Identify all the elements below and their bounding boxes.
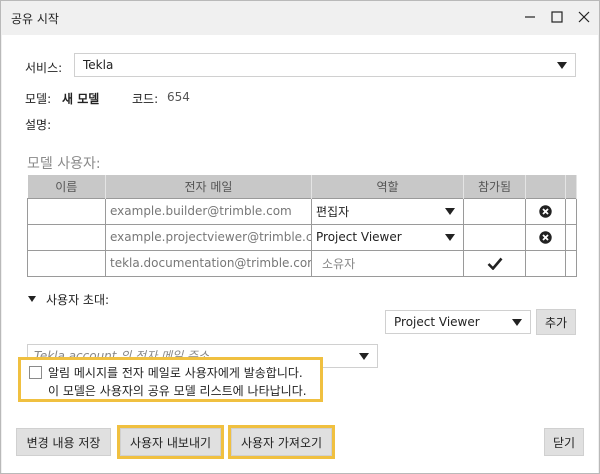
invite-users-label: 사용자 초대: xyxy=(46,293,110,307)
remove-circle-icon xyxy=(539,204,552,218)
filler-cell xyxy=(565,197,577,225)
role-dropdown[interactable]: 편집자 xyxy=(311,197,464,225)
role-value: Project Viewer xyxy=(316,230,402,244)
minimize-icon xyxy=(525,16,535,18)
invite-role-dropdown[interactable]: Project Viewer xyxy=(385,310,531,334)
invite-role-value: Project Viewer xyxy=(394,315,480,329)
remove-user-button[interactable] xyxy=(525,197,566,225)
role-dropdown[interactable]: Project Viewer xyxy=(311,223,464,251)
column-header-filler xyxy=(565,175,577,198)
maximize-button[interactable] xyxy=(542,4,572,30)
code-value: 654 xyxy=(167,90,190,104)
dialog-footer: 변경 내용 저장 사용자 내보내기 사용자 가져오기 닫기 xyxy=(2,425,598,473)
close-button[interactable]: 닫기 xyxy=(544,428,584,456)
close-icon xyxy=(578,11,590,23)
user-email-cell[interactable]: example.projectviewer@trimble.com xyxy=(105,223,312,251)
notify-users-checkbox-area: 알림 메시지를 전자 메일로 사용자에게 발송합니다. 이 모델은 사용자의 공… xyxy=(18,357,323,402)
window-title: 공유 시작 xyxy=(11,12,59,26)
collapse-triangle-icon[interactable] xyxy=(28,296,36,302)
model-label: 모델: xyxy=(25,92,52,106)
users-table: 이름 전자 메일 역할 참가됨 example.builder@trimble.… xyxy=(27,175,577,277)
dropdown-arrow-icon xyxy=(512,319,522,326)
joined-cell xyxy=(463,249,526,277)
user-name-cell[interactable] xyxy=(27,197,106,225)
user-name-cell[interactable] xyxy=(27,249,106,277)
dropdown-arrow-icon xyxy=(445,233,455,241)
users-section-title: 모델 사용자: xyxy=(27,156,101,172)
table-row: tekla.documentation@trimble.com 소유자 xyxy=(27,249,577,277)
column-header-joined: 참가됨 xyxy=(463,175,526,198)
maximize-icon xyxy=(551,11,563,23)
minimize-button[interactable] xyxy=(515,4,545,30)
checkmark-icon xyxy=(487,257,502,270)
column-header-remove xyxy=(525,175,566,198)
description-label: 설명: xyxy=(25,118,52,132)
code-label: 코드: xyxy=(132,92,159,106)
model-name: 새 모델 xyxy=(62,92,100,106)
owner-role-cell: 소유자 xyxy=(311,249,464,277)
joined-cell xyxy=(463,223,526,251)
remove-cell xyxy=(525,249,566,277)
notify-line-2: 이 모델은 사용자의 공유 모델 리스트에 나타납니다. xyxy=(48,384,307,398)
service-label: 서비스: xyxy=(25,61,63,75)
export-users-button[interactable]: 사용자 내보내기 xyxy=(117,425,224,459)
close-window-button[interactable] xyxy=(569,4,599,30)
save-changes-button[interactable]: 변경 내용 저장 xyxy=(16,428,111,456)
dropdown-arrow-icon xyxy=(557,62,567,69)
notify-line-1: 알림 메시지를 전자 메일로 사용자에게 발송합니다. xyxy=(48,366,303,380)
user-name-cell[interactable] xyxy=(27,223,106,251)
dropdown-arrow-icon[interactable] xyxy=(359,353,369,360)
share-dialog: 공유 시작 서비스: Tekla 모델: 새 모델 코드: 654 설명: 모델… xyxy=(0,0,600,474)
column-header-email: 전자 메일 xyxy=(105,175,312,198)
remove-circle-icon xyxy=(539,230,552,244)
table-row: example.builder@trimble.com 편집자 xyxy=(27,197,577,225)
add-user-button[interactable]: 추가 xyxy=(536,309,576,335)
service-dropdown[interactable]: Tekla xyxy=(74,53,576,77)
filler-cell xyxy=(565,223,577,251)
title-bar: 공유 시작 xyxy=(1,1,599,34)
import-users-button[interactable]: 사용자 가져오기 xyxy=(228,425,335,459)
service-value: Tekla xyxy=(83,58,114,72)
role-value: 소유자 xyxy=(322,256,356,271)
role-value: 편집자 xyxy=(316,204,350,219)
notify-checkbox[interactable] xyxy=(29,366,42,379)
column-header-role: 역할 xyxy=(311,175,464,198)
dialog-content: 서비스: Tekla 모델: 새 모델 코드: 654 설명: 모델 사용자: … xyxy=(2,35,598,437)
remove-user-button[interactable] xyxy=(525,223,566,251)
column-header-name: 이름 xyxy=(27,175,106,198)
table-row: example.projectviewer@trimble.com Projec… xyxy=(27,223,577,251)
user-email-cell[interactable]: tekla.documentation@trimble.com xyxy=(105,249,312,277)
joined-cell xyxy=(463,197,526,225)
table-header-row: 이름 전자 메일 역할 참가됨 xyxy=(27,175,577,198)
dropdown-arrow-icon xyxy=(445,207,455,215)
user-email-cell[interactable]: example.builder@trimble.com xyxy=(105,197,312,225)
filler-cell xyxy=(565,249,577,277)
